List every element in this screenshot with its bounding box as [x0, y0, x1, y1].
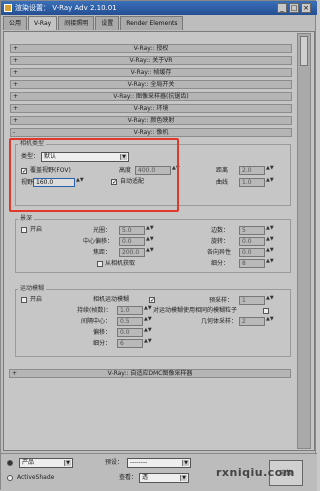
sides-label: 边数： — [211, 227, 230, 234]
scrollbar-thumb[interactable] — [300, 36, 308, 66]
rollout-global-switches[interactable]: + V-Ray:: 全局开关 — [10, 80, 292, 89]
geometry-samples-spinner[interactable]: ▲▼ — [266, 317, 274, 326]
camera-motion-blur-checkbox[interactable]: ✓ — [149, 297, 155, 304]
anisotropy-input[interactable]: 0.0 — [239, 248, 265, 257]
preset-dropdown[interactable]: -------- ▼ — [127, 458, 191, 468]
window-title: 渲染设置： V-Ray Adv 2.10.01 — [15, 4, 117, 12]
rollout-image-sampler[interactable]: + V-Ray:: 图像采样器(抗锯齿) — [10, 92, 292, 101]
curve-label: 曲线 — [216, 179, 229, 186]
aperture-spinner[interactable]: ▲▼ — [146, 226, 154, 235]
close-button[interactable]: × — [301, 3, 311, 13]
motion-blur-on-checkbox[interactable] — [21, 297, 27, 303]
duration-input[interactable]: 1.0 — [117, 306, 143, 315]
center-bias-input[interactable]: 0.0 — [119, 237, 145, 246]
center-bias-label: 中心偏移： — [83, 238, 114, 245]
motion-blur-title: 运动模糊 — [18, 285, 47, 292]
distance-label: 距离 — [216, 167, 229, 174]
production-dropdown[interactable]: 产品 ▼ — [19, 458, 73, 468]
view-dropdown[interactable]: 透 ▼ — [139, 473, 189, 483]
mb-bias-spinner[interactable]: ▲▼ — [144, 328, 152, 337]
tab-indirect[interactable]: 间接照明 — [58, 16, 95, 30]
chevron-down-icon: ▼ — [64, 460, 71, 466]
mb-subdivs-input[interactable]: 6 — [117, 339, 143, 348]
tab-render-elements[interactable]: Render Elements — [120, 16, 184, 30]
mb-subdivs-label: 细分： — [93, 340, 112, 347]
preset-label: 预设： — [105, 459, 124, 466]
app-icon — [4, 4, 12, 12]
sides-spinner[interactable]: ▲▼ — [266, 226, 274, 235]
dof-subdivs-spinner[interactable]: ▲▼ — [266, 259, 274, 268]
dof-subdivs-label: 细分： — [211, 260, 230, 267]
rollout-about[interactable]: + V-Ray:: 关于VR — [10, 56, 292, 65]
view-label: 查看： — [119, 474, 138, 481]
vertical-scrollbar[interactable] — [297, 33, 311, 449]
duration-label: 持续(帧数)： — [77, 307, 112, 314]
highlight-box — [9, 138, 179, 212]
from-camera-label: 从相机获取 — [105, 260, 136, 267]
anisotropy-label: 各向异性 — [207, 249, 232, 256]
tab-settings[interactable]: 设置 — [95, 16, 120, 30]
motion-blur-on-label: 开启 — [30, 296, 43, 303]
prepass-spinner[interactable]: ▲▼ — [266, 296, 274, 305]
geometry-samples-input[interactable]: 2 — [239, 317, 265, 326]
interval-center-label: 间隔中心： — [81, 318, 112, 325]
rotation-input[interactable]: 0.0 — [239, 237, 265, 246]
camera-motion-blur-label: 相机运动模糊 — [93, 296, 130, 303]
activeshade-label: ActiveShade — [17, 474, 55, 481]
blur-particles-label: 对运动模糊使用相同的模糊粒子 — [153, 307, 238, 314]
curve-input[interactable]: 1.0 — [239, 178, 265, 187]
chevron-down-icon: ▼ — [182, 460, 189, 466]
mb-bias-input[interactable]: 0.0 — [117, 328, 143, 337]
interval-center-input[interactable]: 0.5 — [117, 317, 143, 326]
tab-bar: 公用 V-Ray 间接照明 设置 Render Elements — [3, 16, 315, 30]
rotation-spinner[interactable]: ▲▼ — [266, 237, 274, 246]
blur-particles-checkbox[interactable] — [263, 308, 269, 314]
minimize-button[interactable]: _ — [277, 3, 287, 13]
watermark-text: rxniqiu.com — [216, 466, 295, 479]
rotation-label: 旋转： — [211, 238, 230, 245]
title-bar: 渲染设置： V-Ray Adv 2.10.01 _ □ × — [1, 1, 317, 15]
focal-input[interactable]: 200.0 — [119, 248, 145, 257]
tab-common[interactable]: 公用 — [3, 16, 28, 30]
chevron-down-icon: ▼ — [180, 475, 187, 481]
production-radio[interactable] — [7, 460, 13, 466]
curve-spinner[interactable]: ▲▼ — [266, 178, 274, 187]
rollout-framebuffer[interactable]: + V-Ray:: 帧缓存 — [10, 68, 292, 77]
interval-center-spinner[interactable]: ▲▼ — [144, 317, 152, 326]
focal-spinner[interactable]: ▲▼ — [146, 248, 154, 257]
dof-subdivs-input[interactable]: 8 — [239, 259, 265, 268]
aperture-input[interactable]: 5.0 — [119, 226, 145, 235]
rollout-camera[interactable]: - V-Ray:: 像机 — [10, 128, 292, 137]
from-camera-checkbox[interactable] — [97, 261, 103, 267]
dof-title: 景深 — [18, 215, 35, 222]
mb-bias-label: 偏移： — [93, 329, 112, 336]
dof-on-label: 开启 — [30, 226, 43, 233]
sides-input[interactable]: 5 — [239, 226, 265, 235]
distance-input[interactable]: 2.0 — [239, 166, 265, 175]
duration-spinner[interactable]: ▲▼ — [144, 306, 152, 315]
rollout-environment[interactable]: + V-Ray:: 环境 — [10, 104, 292, 113]
tab-vray[interactable]: V-Ray — [28, 16, 58, 30]
anisotropy-spinner[interactable]: ▲▼ — [266, 248, 274, 257]
maximize-button[interactable]: □ — [289, 3, 299, 13]
render-setup-window: 渲染设置： V-Ray Adv 2.10.01 _ □ × 公用 V-Ray 间… — [0, 0, 317, 491]
center-bias-spinner[interactable]: ▲▼ — [146, 237, 154, 246]
focal-label: 焦距： — [93, 249, 112, 256]
rollout-authorization[interactable]: + V-Ray:: 授权 — [10, 44, 292, 53]
distance-spinner[interactable]: ▲▼ — [266, 166, 274, 175]
rollout-adaptive-dmc[interactable]: + V-Ray:: 自适应DMC图像采样器 — [9, 369, 291, 378]
mb-subdivs-spinner[interactable]: ▲▼ — [144, 339, 152, 348]
rollout-color-mapping[interactable]: + V-Ray:: 颜色映射 — [10, 116, 292, 125]
geometry-samples-label: 几何体采样： — [201, 318, 238, 325]
prepass-input[interactable]: 1 — [239, 296, 265, 305]
prepass-label: 预采样： — [209, 297, 234, 304]
aperture-label: 光圈： — [93, 227, 112, 234]
dof-on-checkbox[interactable] — [21, 227, 27, 233]
activeshade-radio[interactable] — [7, 475, 13, 481]
